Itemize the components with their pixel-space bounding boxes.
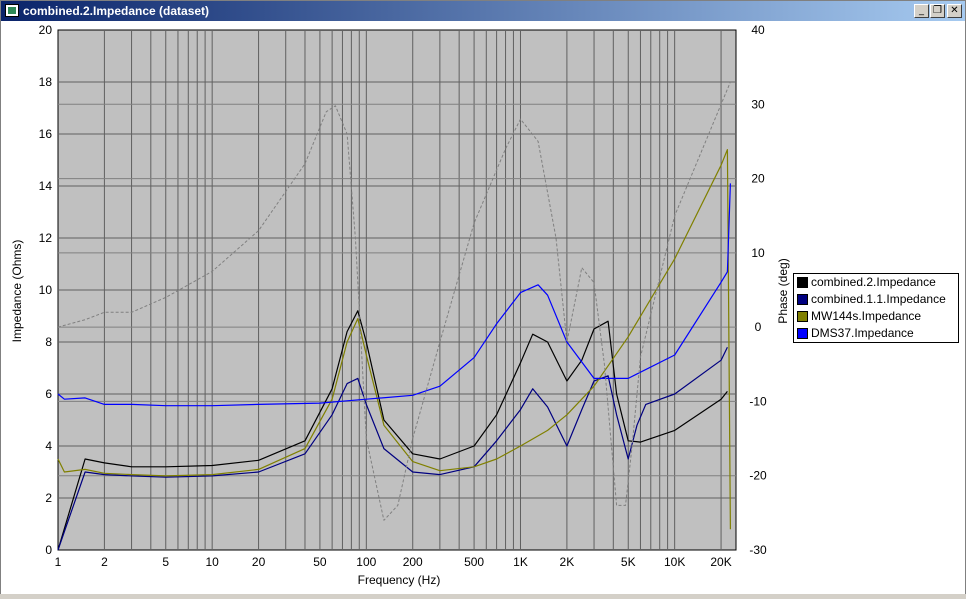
window-title: combined.2.Impedance (dataset)	[23, 4, 210, 18]
x-tick-label: 200	[403, 555, 423, 569]
legend-swatch	[797, 327, 808, 339]
y2-axis-label: Phase (deg)	[776, 258, 790, 323]
y2-tick-label: 0	[755, 320, 762, 334]
y2-tick-labels: -30 -20 -10 0 10 20 30 40	[749, 23, 767, 557]
x-tick-label: 2K	[560, 555, 575, 569]
y-tick-label: 16	[39, 127, 53, 141]
x-axis-label: Frequency (Hz)	[358, 573, 441, 587]
y-tick-label: 14	[39, 179, 53, 193]
y-tick-label: 20	[39, 23, 53, 37]
y-tick-label: 10	[39, 283, 53, 297]
close-button[interactable]: ✕	[947, 4, 962, 18]
y2-tick-label: -30	[749, 543, 767, 557]
app-icon[interactable]	[5, 4, 19, 17]
x-tick-label: 500	[464, 555, 484, 569]
x-tick-label: 1K	[513, 555, 528, 569]
legend-label: combined.1.1.Impedance	[811, 292, 946, 306]
legend-label: MW144s.Impedance	[811, 309, 922, 323]
legend-swatch	[797, 276, 808, 288]
y-tick-label: 18	[39, 75, 53, 89]
x-tick-label: 2	[101, 555, 108, 569]
legend-item: MW144s.Impedance	[797, 308, 921, 324]
legend-label: DMS37.Impedance	[811, 326, 914, 340]
x-tick-label: 5	[162, 555, 169, 569]
y-tick-label: 8	[45, 335, 52, 349]
x-tick-label: 20K	[710, 555, 731, 569]
x-tick-label: 10	[205, 555, 219, 569]
legend-swatch	[797, 310, 808, 322]
y2-tick-label: 20	[751, 172, 765, 186]
legend-item: combined.2.Impedance	[797, 274, 936, 290]
y-tick-label: 6	[45, 387, 52, 401]
x-tick-label: 50	[313, 555, 327, 569]
y2-tick-label: 40	[751, 23, 765, 37]
x-tick-label: 20	[252, 555, 266, 569]
legend: combined.2.Impedance combined.1.1.Impeda…	[793, 273, 959, 343]
y2-tick-label: 10	[751, 246, 765, 260]
legend-item: combined.1.1.Impedance	[797, 291, 946, 307]
y-tick-label: 0	[45, 543, 52, 557]
x-tick-label: 5K	[621, 555, 636, 569]
minimize-button[interactable]: _	[914, 4, 929, 18]
x-tick-label: 100	[356, 555, 376, 569]
y-axis-label: Impedance (Ohms)	[10, 240, 24, 343]
restore-button[interactable]: ❐	[930, 4, 945, 18]
legend-swatch	[797, 293, 808, 305]
dataset-window: combined.2.Impedance (dataset) _ ❐ ✕ 125…	[0, 0, 966, 594]
y2-tick-label: 30	[751, 97, 765, 111]
y-tick-label: 12	[39, 231, 53, 245]
y-tick-labels: 0 2 4 6 8 10 12 14 16 18 20	[39, 23, 53, 557]
x-tick-labels: 1 2 5 10 20 50 100 200 500 1K 2K 5K 10K 20K	[55, 555, 732, 569]
y2-tick-label: -20	[749, 469, 767, 483]
y-tick-label: 2	[45, 491, 52, 505]
title-bar[interactable]: combined.2.Impedance (dataset) _ ❐ ✕	[1, 1, 965, 21]
y2-tick-label: -10	[749, 394, 767, 408]
legend-label: combined.2.Impedance	[811, 275, 936, 289]
x-tick-label: 10K	[664, 555, 685, 569]
legend-item: DMS37.Impedance	[797, 325, 914, 341]
y-tick-label: 4	[45, 439, 52, 453]
x-tick-label: 1	[55, 555, 62, 569]
